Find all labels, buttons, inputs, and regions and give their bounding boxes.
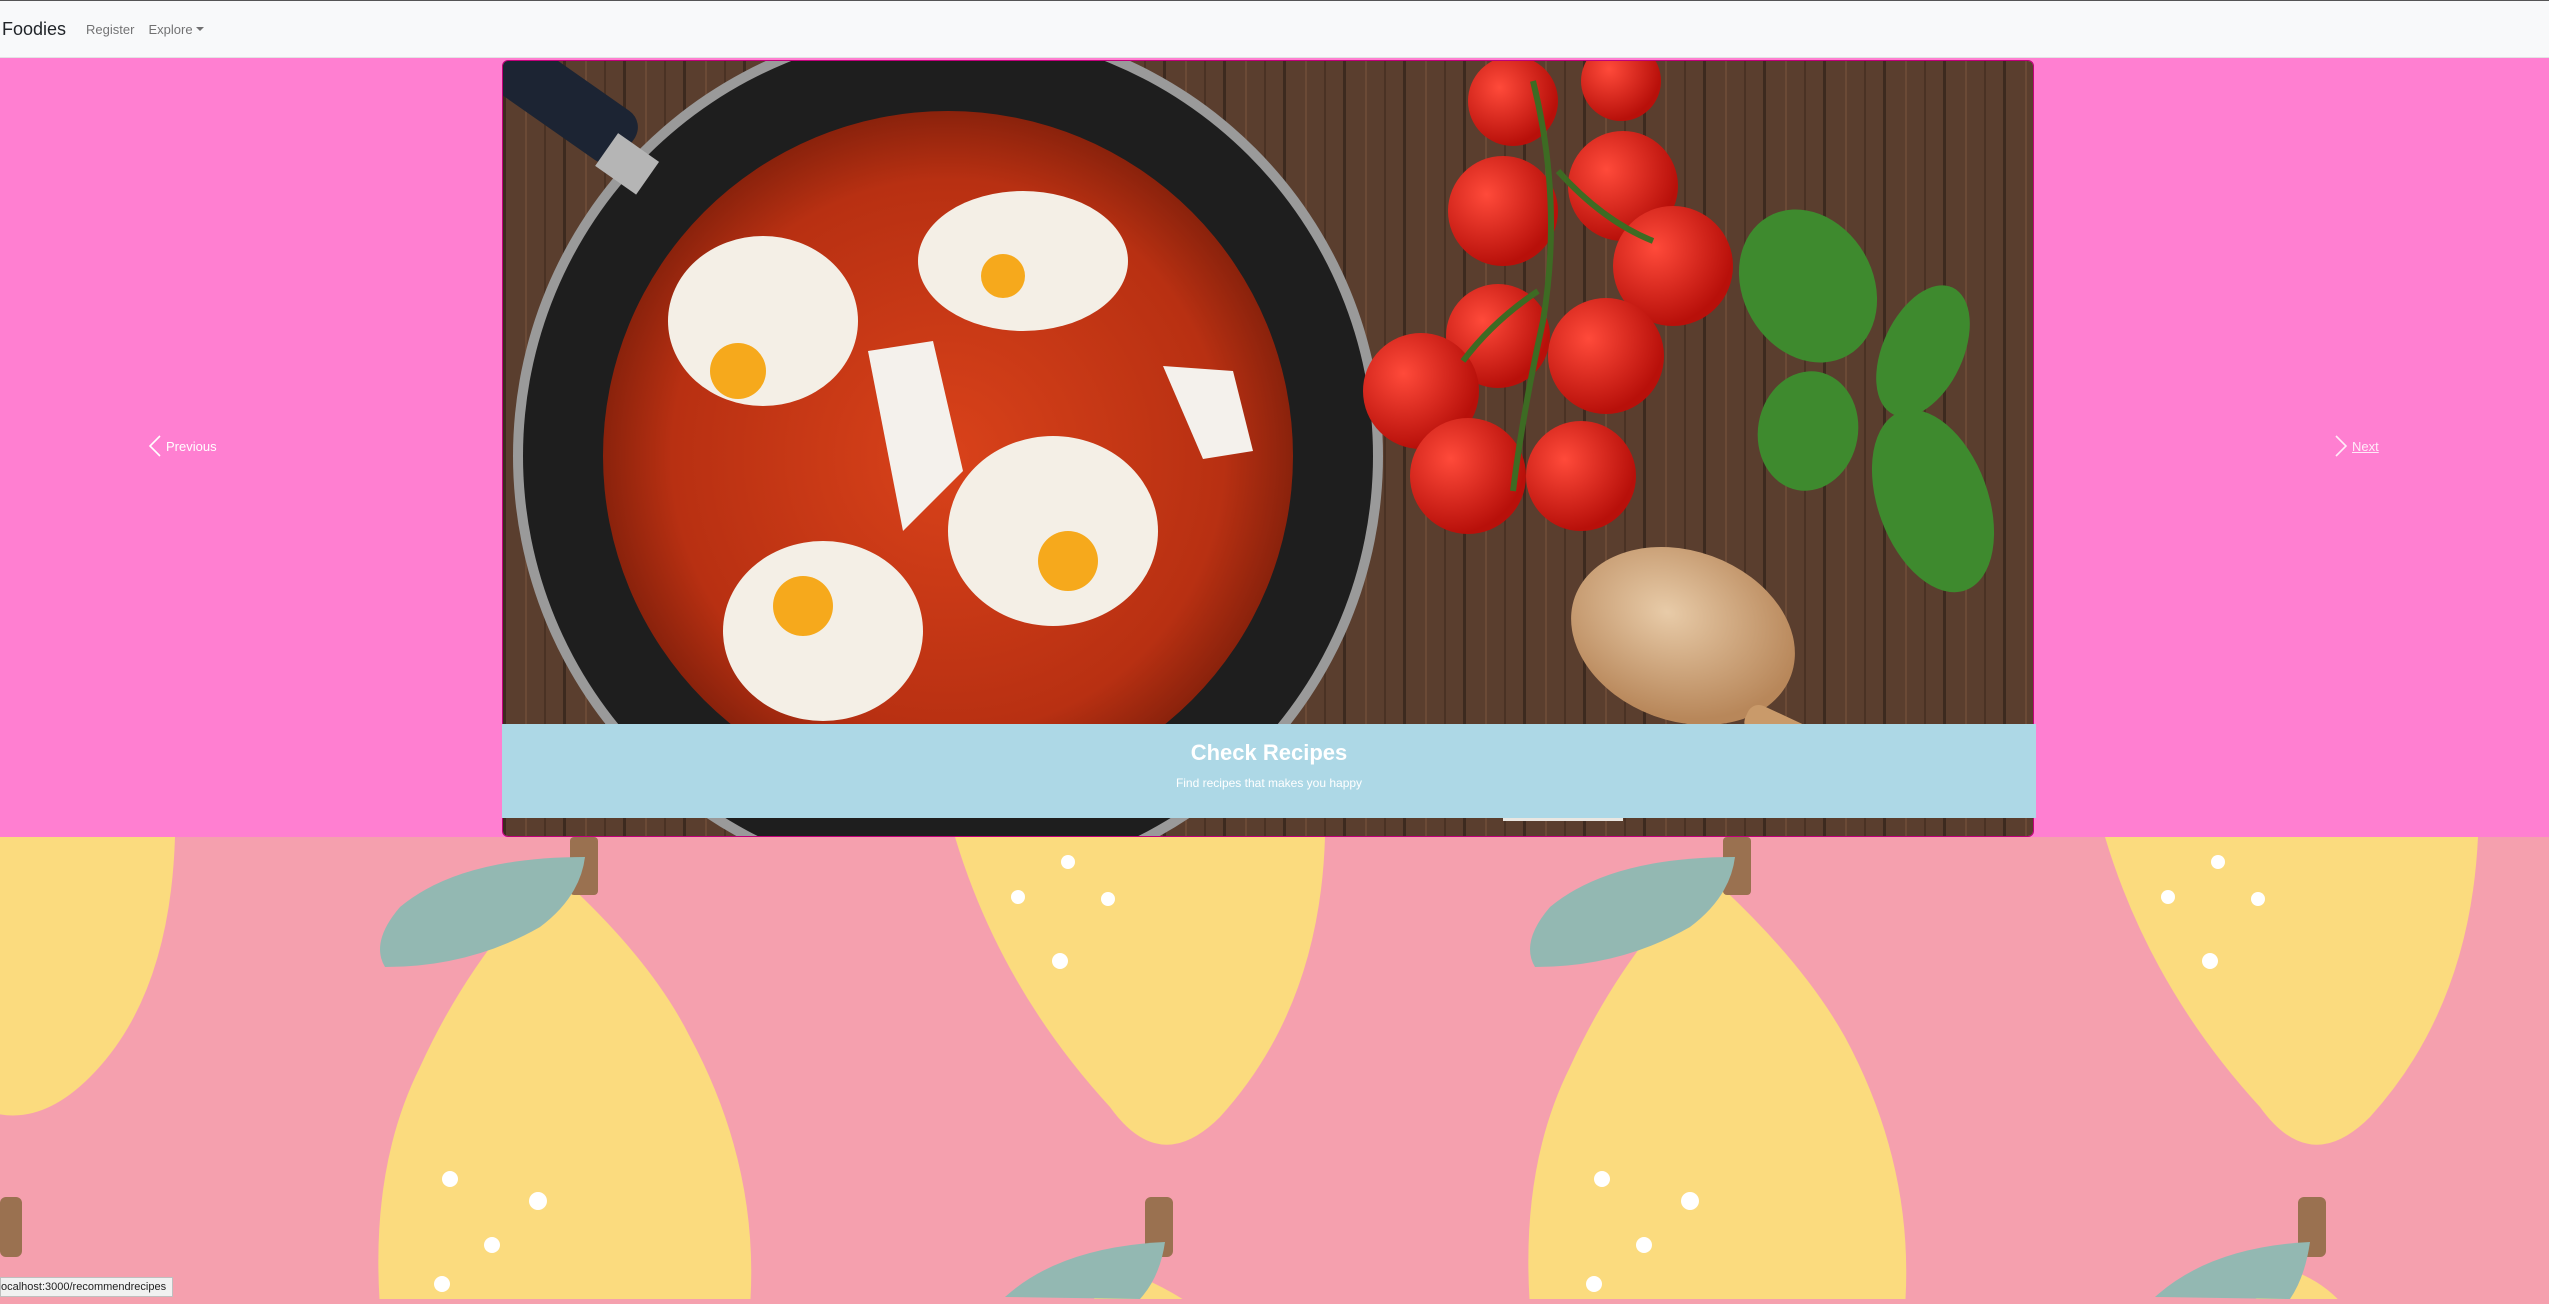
carousel-next-button[interactable]: Next — [2334, 435, 2379, 457]
nav-register-link[interactable]: Register — [86, 22, 134, 37]
chevron-right-icon — [2335, 435, 2348, 457]
shakshuka-photo — [503, 61, 2033, 836]
lemon-illustration — [0, 837, 2549, 1304]
caption-text: Find recipes that makes you happy — [1175, 776, 1363, 790]
prev-label: Previous — [166, 438, 217, 454]
chevron-left-icon — [148, 435, 161, 457]
browser-status-bar: ocalhost:3000/recommendrecipes — [0, 1277, 174, 1297]
explore-label: Explore — [148, 21, 193, 37]
nav-explore-dropdown[interactable]: Explore — [148, 21, 204, 37]
lemon-pattern-background — [0, 837, 2549, 1304]
carousel-caption: Check Recipes Find recipes that makes yo… — [502, 724, 2036, 818]
status-url: ocalhost:3000/recommendrecipes — [1, 1281, 167, 1293]
next-label: Next — [2352, 438, 2379, 454]
carousel-prev-button[interactable]: Previous — [148, 435, 217, 457]
top-navbar: Foodies Register Explore — [0, 0, 2549, 58]
brand-link[interactable]: Foodies — [2, 19, 66, 40]
caret-down-icon — [195, 27, 204, 31]
carousel-slide-image — [502, 60, 2034, 837]
caption-title: Check Recipes — [1190, 740, 1348, 765]
hero-carousel: Previous Next Check Recipes Find recipes… — [0, 58, 2549, 837]
